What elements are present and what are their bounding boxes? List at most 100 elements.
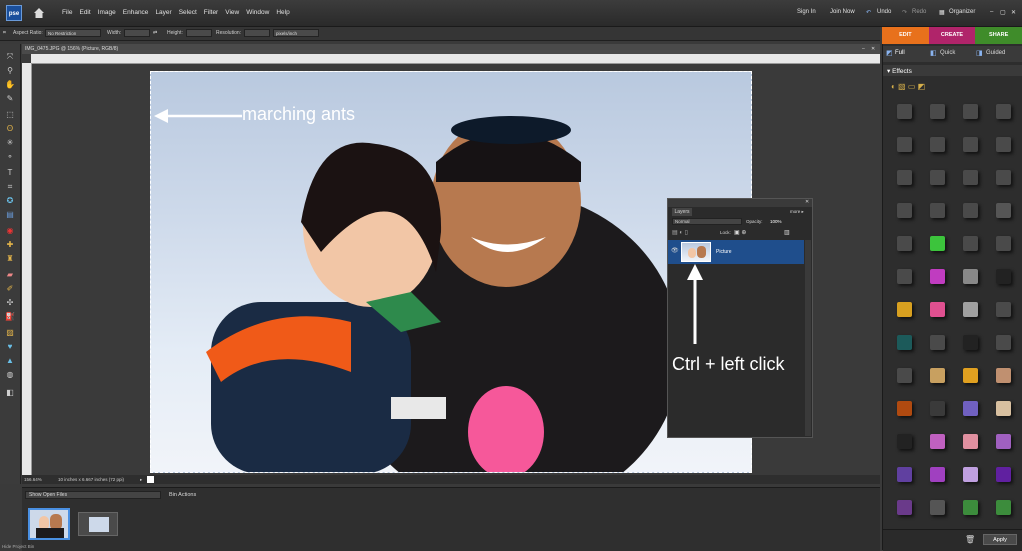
effect-thumbnail[interactable] — [897, 170, 912, 185]
effect-thumbnail[interactable] — [930, 500, 945, 515]
effect-thumbnail[interactable] — [963, 467, 978, 482]
effect-thumbnail[interactable] — [963, 500, 978, 515]
zoom-tool-icon[interactable]: ⚲ — [5, 66, 15, 76]
magic-wand-icon[interactable]: ✳ — [5, 138, 15, 148]
organizer-button[interactable]: Organizer — [949, 9, 975, 15]
tab-guided[interactable]: Guided — [986, 50, 1005, 56]
width-field[interactable] — [124, 29, 150, 37]
menu-help[interactable]: Help — [276, 9, 289, 16]
menu-view[interactable]: View — [225, 9, 239, 16]
effect-thumbnail[interactable] — [996, 467, 1011, 482]
effect-thumbnail[interactable] — [996, 104, 1011, 119]
effect-thumbnail[interactable] — [963, 335, 978, 350]
undo-icon[interactable]: ↶ — [866, 9, 871, 16]
shape-tool-icon[interactable]: ♥ — [5, 342, 15, 352]
menu-filter[interactable]: Filter — [204, 9, 218, 16]
effect-thumbnail[interactable] — [963, 302, 978, 317]
effect-thumbnail[interactable] — [930, 434, 945, 449]
effect-thumbnail[interactable] — [963, 170, 978, 185]
lock-icon[interactable]: ▣ ⊕ — [734, 229, 746, 236]
layers-close-icon[interactable]: ✕ — [805, 199, 809, 205]
effect-thumbnail[interactable] — [963, 269, 978, 284]
home-icon[interactable] — [33, 7, 45, 19]
move-tool-icon[interactable]: ⤧ — [5, 52, 15, 62]
menu-window[interactable]: Window — [246, 9, 269, 16]
tab-quick[interactable]: Quick — [940, 50, 955, 56]
close-icon[interactable]: ✕ — [1011, 9, 1016, 16]
layers-tab[interactable]: Layers — [672, 208, 692, 216]
effect-thumbnail[interactable] — [930, 269, 945, 284]
effect-thumbnail[interactable] — [897, 236, 912, 251]
effect-thumbnail[interactable] — [963, 434, 978, 449]
effect-thumbnail[interactable] — [963, 203, 978, 218]
selection-brush-icon[interactable]: ⚬ — [5, 152, 15, 162]
photo-canvas[interactable] — [150, 71, 752, 473]
document-tab[interactable]: IMG_0475.JPG @ 156% (Picture, RGB/8) – ✕ — [22, 44, 880, 54]
effect-thumbnail[interactable] — [930, 170, 945, 185]
gradient-tool-icon[interactable]: ▨ — [5, 328, 15, 338]
delete-layer-icon[interactable]: ▥ — [784, 229, 790, 236]
eyedropper-icon[interactable]: ✎ — [5, 94, 15, 104]
doc-minimize-icon[interactable]: – — [862, 44, 865, 54]
effect-thumbnail[interactable] — [996, 236, 1011, 251]
menu-enhance[interactable]: Enhance — [123, 9, 149, 16]
bin-thumbnail-2[interactable] — [78, 512, 118, 536]
layers-titlebar[interactable]: ✕ — [668, 199, 812, 207]
resolution-field[interactable] — [244, 29, 270, 37]
effect-thumbnail[interactable] — [897, 467, 912, 482]
layers-more-button[interactable]: more ▸ — [790, 209, 804, 215]
blur-tool-icon[interactable]: ▲ — [5, 356, 15, 366]
join-now-link[interactable]: Join Now — [830, 9, 855, 15]
opacity-value[interactable]: 100% — [770, 219, 782, 224]
color-swatches-icon[interactable]: ◧ — [5, 388, 15, 398]
cookie-cutter-icon[interactable]: ✪ — [5, 196, 15, 206]
redo-icon[interactable]: ↷ — [902, 9, 907, 16]
effect-thumbnail[interactable] — [930, 236, 945, 251]
effect-thumbnail[interactable] — [930, 401, 945, 416]
tab-full[interactable]: Full — [895, 50, 905, 56]
effect-thumbnail[interactable] — [963, 368, 978, 383]
effect-thumbnail[interactable] — [897, 500, 912, 515]
tab-edit[interactable]: EDIT — [882, 27, 929, 44]
effect-thumbnail[interactable] — [897, 335, 912, 350]
bin-thumbnail-1[interactable] — [28, 508, 70, 540]
minimize-icon[interactable]: – — [990, 9, 993, 15]
effect-thumbnail[interactable] — [996, 269, 1011, 284]
menu-file[interactable]: File — [62, 9, 72, 16]
height-field[interactable] — [186, 29, 212, 37]
effect-thumbnail[interactable] — [897, 302, 912, 317]
marquee-tool-icon[interactable]: ⬚ — [5, 110, 15, 120]
bin-actions-menu[interactable]: Bin Actions — [169, 492, 196, 498]
bin-view-select[interactable]: Show Open Files — [25, 491, 161, 499]
lasso-tool-icon[interactable]: ʘ — [5, 124, 15, 134]
type-tool-icon[interactable]: T — [5, 168, 15, 178]
document-info[interactable]: 10 inches x 6.667 inches (72 ppi) — [58, 475, 124, 484]
hand-tool-icon[interactable]: ✋ — [5, 80, 15, 90]
app-logo[interactable]: pse — [6, 5, 22, 21]
effect-thumbnail[interactable] — [996, 401, 1011, 416]
effect-thumbnail[interactable] — [897, 434, 912, 449]
effect-thumbnail[interactable] — [996, 170, 1011, 185]
layers-scrollbar[interactable] — [805, 240, 811, 436]
effect-thumbnail[interactable] — [996, 203, 1011, 218]
effect-thumbnail[interactable] — [930, 302, 945, 317]
effects-category-icons[interactable]: ◐ ▧ ▭ ◩ — [891, 82, 925, 91]
effect-thumbnail[interactable] — [996, 500, 1011, 515]
effect-thumbnail[interactable] — [996, 137, 1011, 152]
effect-thumbnail[interactable] — [930, 368, 945, 383]
effect-thumbnail[interactable] — [897, 137, 912, 152]
organizer-icon[interactable]: ▦ — [939, 9, 945, 16]
sign-in-link[interactable]: Sign In — [797, 9, 816, 15]
effect-thumbnail[interactable] — [897, 269, 912, 284]
effect-thumbnail[interactable] — [996, 335, 1011, 350]
blend-mode-select[interactable]: Normal — [672, 218, 742, 225]
hide-bin-label[interactable]: Hide Project Bin — [2, 544, 34, 549]
effect-thumbnail[interactable] — [897, 203, 912, 218]
menu-layer[interactable]: Layer — [155, 9, 171, 16]
clone-stamp-icon[interactable]: ♜ — [5, 254, 15, 264]
apply-button[interactable]: Apply — [983, 534, 1017, 545]
menu-select[interactable]: Select — [179, 9, 197, 16]
effect-thumbnail[interactable] — [930, 335, 945, 350]
aspect-ratio-select[interactable]: No Restriction — [45, 29, 101, 37]
trash-icon[interactable]: 🗑 — [965, 535, 975, 544]
